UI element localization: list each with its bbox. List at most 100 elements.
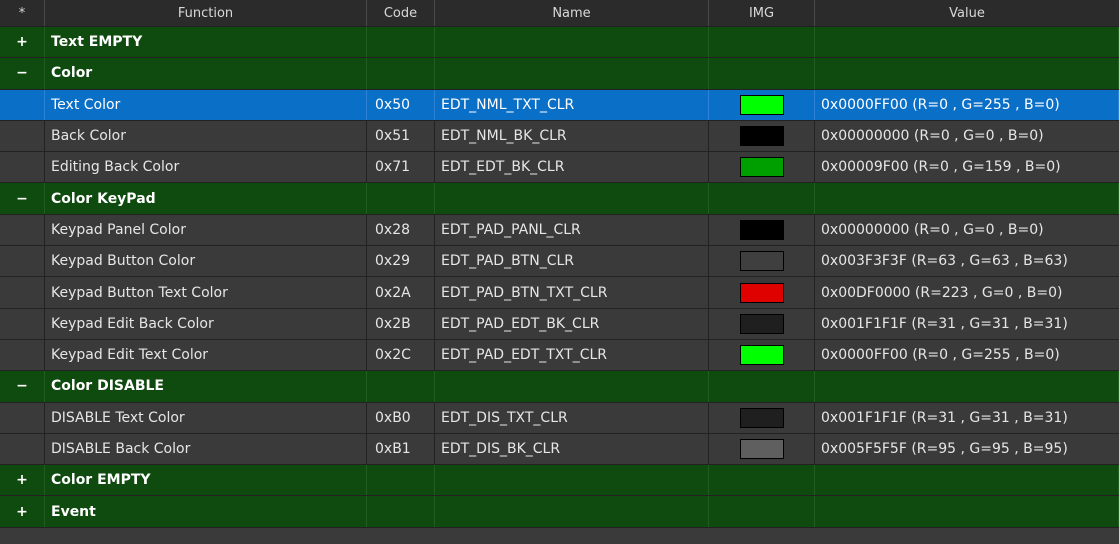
function-cell: Keypad Panel Color [45, 214, 367, 246]
group-value [815, 371, 1119, 402]
code-cell: 0x71 [367, 152, 435, 183]
group-code [367, 371, 435, 402]
header-row: * Function Code Name IMG Value [0, 0, 1119, 27]
header-function[interactable]: Function [45, 0, 367, 26]
header-star[interactable]: * [0, 0, 45, 26]
group-img [709, 183, 815, 214]
code-cell: 0x50 [367, 89, 435, 120]
row-marker [0, 402, 45, 433]
value-cell[interactable]: 0x00000000 (R=0 , G=0 , B=0) [815, 215, 1119, 245]
expand-toggle-icon[interactable]: − [0, 183, 45, 214]
group-label: Color EMPTY [45, 465, 367, 496]
code-cell: 0x2C [367, 339, 435, 371]
group-code [367, 183, 435, 214]
color-swatch[interactable] [739, 313, 784, 334]
value-cell[interactable]: 0x003F3F3F (R=63 , G=63 , B=63) [815, 246, 1119, 276]
color-swatch[interactable] [739, 251, 784, 272]
group-img [709, 27, 815, 58]
property-row[interactable]: Back Color 0x51 EDT_NML_BK_CLR 0x00000000 (… [0, 120, 1119, 153]
code-cell: 0x2A [367, 277, 435, 308]
group-row[interactable]: − Color DISABLE [0, 371, 1119, 403]
group-row[interactable]: − Color [0, 58, 1119, 90]
group-row[interactable]: + Event [0, 496, 1119, 528]
expand-toggle-icon[interactable]: − [0, 58, 45, 89]
code-cell: 0x28 [367, 214, 435, 246]
group-name [435, 371, 709, 402]
grid-empty-area [0, 527, 1119, 538]
color-swatch[interactable] [739, 94, 784, 115]
img-cell [709, 339, 815, 371]
color-swatch[interactable] [739, 439, 784, 459]
header-name[interactable]: Name [435, 0, 709, 26]
group-row[interactable]: + Color EMPTY [0, 465, 1119, 497]
name-cell: EDT_PAD_EDT_BK_CLR [435, 308, 709, 339]
group-img [709, 496, 815, 527]
color-swatch[interactable] [739, 282, 784, 303]
value-cell[interactable]: 0x00DF0000 (R=223 , G=0 , B=0) [815, 277, 1119, 307]
color-swatch[interactable] [739, 126, 784, 147]
group-label: Color DISABLE [45, 371, 367, 402]
color-swatch[interactable] [739, 219, 784, 240]
header-code[interactable]: Code [367, 0, 435, 26]
name-cell: EDT_DIS_TXT_CLR [435, 402, 709, 433]
property-row[interactable]: Keypad Panel Color 0x28 EDT_PAD_PANL_CLR 0x… [0, 214, 1119, 247]
grid-body: + Text EMPTY − Color Text Color 0x50 EDT_NML_T… [0, 27, 1119, 528]
expand-toggle-icon[interactable]: + [0, 496, 45, 527]
property-row[interactable]: Keypad Edit Text Color 0x2C EDT_PAD_EDT_TX… [0, 339, 1119, 372]
expand-toggle-icon[interactable]: − [0, 371, 45, 402]
color-swatch[interactable] [739, 407, 784, 428]
group-value [815, 183, 1119, 214]
property-row[interactable]: Keypad Edit Back Color 0x2B EDT_PAD_EDT_BK… [0, 308, 1119, 340]
name-cell: EDT_PAD_BTN_CLR [435, 246, 709, 277]
code-cell: 0x51 [367, 120, 435, 152]
row-marker [0, 246, 45, 277]
group-label: Event [45, 496, 367, 527]
property-row[interactable]: Editing Back Color 0x71 EDT_EDT_BK_CLR 0x00… [0, 152, 1119, 184]
group-img [709, 371, 815, 402]
group-img [709, 58, 815, 89]
value-cell[interactable]: 0x005F5F5F (R=95 , G=95 , B=95) [815, 434, 1119, 464]
color-swatch[interactable] [739, 157, 784, 178]
img-cell [709, 89, 815, 120]
group-name [435, 183, 709, 214]
expand-toggle-icon[interactable]: + [0, 465, 45, 496]
group-img [709, 465, 815, 496]
property-row[interactable]: DISABLE Text Color 0xB0 EDT_DIS_TXT_CLR 0x0… [0, 402, 1119, 434]
function-cell: Keypad Button Text Color [45, 277, 367, 308]
value-cell[interactable]: 0x001F1F1F (R=31 , G=31 , B=31) [815, 309, 1119, 339]
property-row[interactable]: Keypad Button Text Color 0x2A EDT_PAD_BTN_… [0, 277, 1119, 309]
function-cell: DISABLE Back Color [45, 433, 367, 465]
value-cell[interactable]: 0x001F1F1F (R=31 , G=31 , B=31) [815, 403, 1119, 433]
name-cell: EDT_PAD_EDT_TXT_CLR [435, 339, 709, 371]
function-cell: Keypad Button Color [45, 246, 367, 277]
header-img[interactable]: IMG [709, 0, 815, 26]
name-cell: EDT_NML_TXT_CLR [435, 89, 709, 120]
color-swatch[interactable] [739, 345, 784, 366]
row-marker [0, 433, 45, 465]
group-row[interactable]: + Text EMPTY [0, 27, 1119, 59]
value-cell[interactable]: 0x00009F00 (R=0 , G=159 , B=0) [815, 152, 1119, 182]
img-cell [709, 214, 815, 246]
name-cell: EDT_EDT_BK_CLR [435, 152, 709, 183]
group-value [815, 27, 1119, 58]
property-grid: * Function Code Name IMG Value + Text EMP… [0, 0, 1119, 538]
value-cell[interactable]: 0x0000FF00 (R=0 , G=255 , B=0) [815, 340, 1119, 370]
row-marker [0, 277, 45, 308]
name-cell: EDT_DIS_BK_CLR [435, 433, 709, 465]
group-row[interactable]: − Color KeyPad [0, 183, 1119, 215]
img-cell [709, 277, 815, 308]
property-row[interactable]: Keypad Button Color 0x29 EDT_PAD_BTN_CLR 0x… [0, 246, 1119, 278]
row-marker [0, 308, 45, 339]
img-cell [709, 433, 815, 465]
group-code [367, 496, 435, 527]
property-row[interactable]: Text Color 0x50 EDT_NML_TXT_CLR 0x0000FF00 … [0, 89, 1119, 121]
img-cell [709, 246, 815, 277]
value-cell[interactable]: 0x0000FF00 (R=0 , G=255 , B=0) [815, 89, 1119, 120]
property-row[interactable]: DISABLE Back Color 0xB1 EDT_DIS_BK_CLR 0x00… [0, 433, 1119, 466]
header-value[interactable]: Value [815, 0, 1119, 26]
value-cell[interactable]: 0x00000000 (R=0 , G=0 , B=0) [815, 121, 1119, 151]
group-value [815, 58, 1119, 89]
expand-toggle-icon[interactable]: + [0, 27, 45, 58]
name-cell: EDT_PAD_PANL_CLR [435, 214, 709, 246]
function-cell: Keypad Edit Back Color [45, 308, 367, 339]
